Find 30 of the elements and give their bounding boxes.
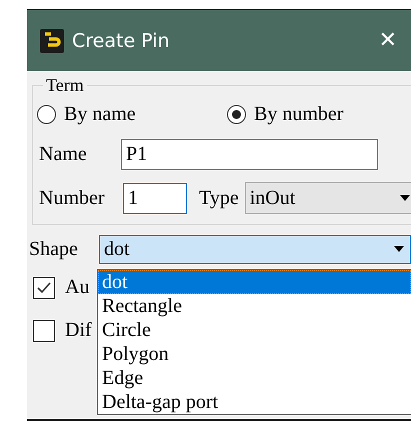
radio-label: By name	[64, 102, 136, 126]
field-label: Name	[38, 142, 88, 166]
dropdown-option[interactable]: Edge	[98, 366, 411, 390]
caret-icon	[400, 195, 410, 201]
field-label: Type	[199, 186, 239, 210]
window-title: Create Pin	[72, 30, 171, 52]
radio-option[interactable]: By name	[37, 102, 227, 126]
field-label: Shape	[28, 238, 79, 260]
dropdown-option[interactable]: Delta-gap port	[98, 390, 411, 414]
checkbox[interactable]	[33, 320, 55, 342]
dropdown-option[interactable]: dot	[98, 270, 411, 294]
group-title: Term	[45, 75, 85, 96]
checkbox-label: Au	[65, 276, 90, 299]
name-field[interactable]: P1	[121, 138, 378, 170]
shape-dropdown[interactable]: dot	[99, 234, 411, 264]
close-button[interactable]: ✕	[364, 28, 411, 53]
radio-option[interactable]: By number	[227, 102, 411, 126]
caret-icon	[394, 246, 404, 252]
dropdown-option[interactable]: Polygon	[98, 342, 411, 366]
number-field[interactable]: 1	[123, 182, 187, 214]
type-dropdown[interactable]: inOut	[244, 182, 411, 214]
checkbox[interactable]	[33, 276, 55, 298]
checkbox-label: Dif	[65, 319, 92, 342]
dropdown-option[interactable]: Circle	[98, 318, 411, 342]
app-logo-icon	[40, 28, 64, 52]
radio-button[interactable]	[227, 104, 246, 124]
dropdown-option[interactable]: Rectangle	[98, 294, 411, 318]
radio-button[interactable]	[37, 104, 56, 124]
radio-label: By number	[254, 102, 344, 126]
field-label: Number	[38, 186, 106, 210]
